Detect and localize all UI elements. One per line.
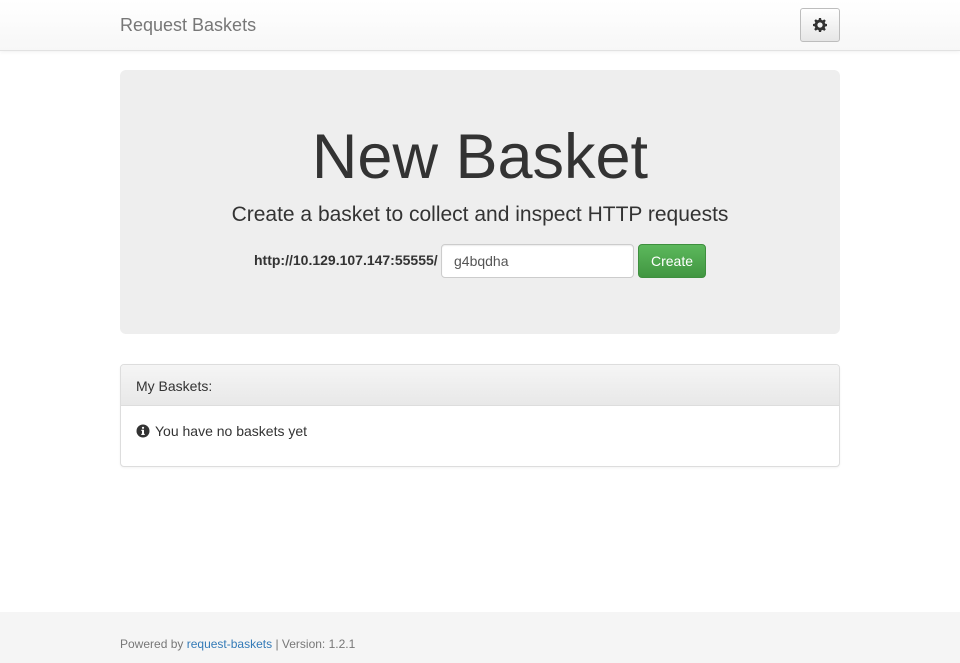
page-title: New Basket — [311, 122, 649, 192]
version-label: | Version: 1.2.1 — [275, 637, 356, 651]
my-baskets-panel: My Baskets: You have no baskets yet — [120, 364, 840, 467]
brand-link[interactable]: Request Baskets — [120, 15, 256, 35]
create-basket-form: http://10.129.107.147:55555/ Create — [120, 244, 840, 278]
page-subtitle: Create a basket to collect and inspect H… — [231, 203, 729, 226]
basket-name-input[interactable] — [441, 244, 634, 278]
settings-button[interactable] — [800, 8, 840, 42]
create-button[interactable]: Create — [638, 244, 706, 278]
gear-icon — [813, 18, 827, 32]
powered-by-label: Powered by — [120, 637, 184, 651]
footer-text: Powered by request-baskets | Version: 1.… — [120, 637, 355, 651]
request-baskets-link[interactable]: request-baskets — [187, 637, 272, 651]
top-navbar: Request Baskets — [0, 0, 960, 51]
page-footer: Powered by request-baskets | Version: 1.… — [0, 612, 960, 663]
no-baskets-message: You have no baskets yet — [155, 423, 308, 439]
new-basket-jumbotron: New Basket Create a basket to collect an… — [120, 70, 840, 334]
my-baskets-heading: My Baskets: — [121, 365, 839, 406]
basket-url-prefix: http://10.129.107.147:55555/ — [254, 252, 438, 268]
info-circle-icon — [136, 424, 150, 438]
my-baskets-body: You have no baskets yet — [121, 406, 839, 456]
